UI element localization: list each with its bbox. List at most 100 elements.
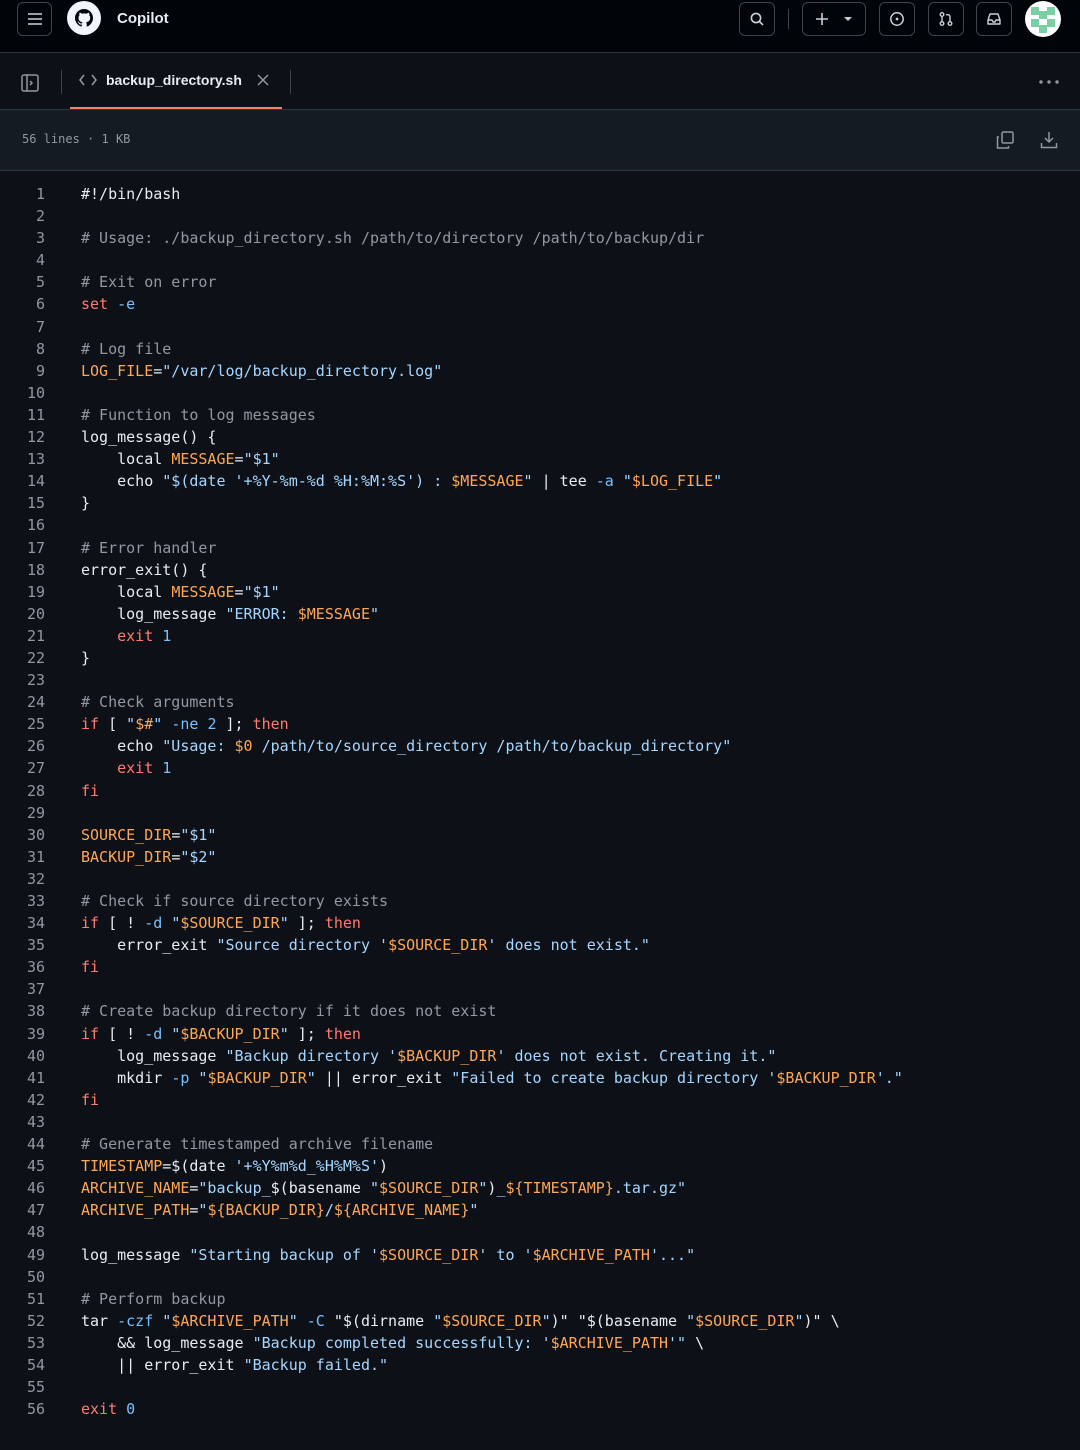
line-number[interactable]: 5	[0, 271, 45, 293]
create-new-button[interactable]	[802, 2, 866, 36]
line-number[interactable]: 26	[0, 735, 45, 757]
line-number[interactable]: 51	[0, 1288, 45, 1310]
code-token: -a	[595, 472, 614, 491]
line-number[interactable]: 46	[0, 1177, 45, 1199]
line-number[interactable]: 22	[0, 647, 45, 669]
line-number[interactable]: 10	[0, 382, 45, 404]
code-token: "Backup completed successfully: '	[252, 1333, 551, 1352]
line-number[interactable]: 7	[0, 316, 45, 338]
code-token: "	[686, 1311, 696, 1330]
download-button[interactable]	[1039, 130, 1059, 150]
code-token: if	[81, 1024, 100, 1043]
line-number[interactable]: 27	[0, 757, 45, 779]
inbox-button[interactable]	[976, 2, 1012, 36]
line-number[interactable]: 4	[0, 249, 45, 271]
menu-button[interactable]	[17, 2, 52, 36]
code-token: $BACKUP_DIR	[776, 1068, 876, 1087]
line-number[interactable]: 40	[0, 1045, 45, 1067]
code-token: | tee	[532, 472, 596, 491]
line-number[interactable]: 49	[0, 1244, 45, 1266]
line-number[interactable]: 30	[0, 824, 45, 846]
code-line: 27 exit 1	[0, 757, 1080, 779]
line-number[interactable]: 21	[0, 625, 45, 647]
line-number[interactable]: 36	[0, 956, 45, 978]
line-number[interactable]: 18	[0, 559, 45, 581]
line-number[interactable]: 23	[0, 669, 45, 691]
line-number[interactable]: 25	[0, 713, 45, 735]
line-number[interactable]: 50	[0, 1266, 45, 1288]
code-token: "	[469, 1201, 479, 1220]
code-token: /path/to/source_directory /path/to/backu…	[252, 737, 732, 756]
app-title[interactable]: Copilot	[117, 10, 169, 27]
line-content: log_message() {	[81, 426, 216, 448]
line-number[interactable]: 20	[0, 603, 45, 625]
code-token: ' does not exist."	[487, 936, 650, 955]
line-number[interactable]: 8	[0, 338, 45, 360]
tab-backup-directory[interactable]: backup_directory.sh	[70, 53, 282, 109]
line-number[interactable]: 2	[0, 205, 45, 227]
line-number[interactable]: 43	[0, 1111, 45, 1133]
code-line: 11 # Function to log messages	[0, 404, 1080, 426]
code-token: [ !	[99, 914, 145, 933]
issues-button[interactable]	[879, 2, 915, 36]
line-number[interactable]: 34	[0, 912, 45, 934]
line-number[interactable]: 13	[0, 448, 45, 470]
line-number[interactable]: 12	[0, 426, 45, 448]
code-token: )" "$(basename	[550, 1311, 687, 1330]
line-number[interactable]: 15	[0, 492, 45, 514]
more-options-button[interactable]	[1038, 75, 1060, 87]
github-logo[interactable]	[67, 1, 101, 35]
code-line: 36 fi	[0, 956, 1080, 978]
line-number[interactable]: 39	[0, 1023, 45, 1045]
code-token: $#	[135, 715, 154, 734]
code-line: 41 mkdir -p "$BACKUP_DIR" || error_exit …	[0, 1067, 1080, 1089]
line-number[interactable]: 37	[0, 978, 45, 1000]
search-button[interactable]	[739, 2, 775, 36]
line-number[interactable]: 19	[0, 581, 45, 603]
line-number[interactable]: 55	[0, 1376, 45, 1398]
line-number[interactable]: 24	[0, 691, 45, 713]
pull-requests-button[interactable]	[928, 2, 964, 36]
line-number[interactable]: 14	[0, 470, 45, 492]
close-icon[interactable]	[257, 74, 269, 86]
line-number[interactable]: 31	[0, 846, 45, 868]
line-number[interactable]: 32	[0, 868, 45, 890]
line-number[interactable]: 38	[0, 1000, 45, 1022]
line-number[interactable]: 47	[0, 1199, 45, 1221]
line-number[interactable]: 9	[0, 360, 45, 382]
line-number[interactable]: 42	[0, 1089, 45, 1111]
avatar[interactable]	[1025, 1, 1061, 37]
line-number[interactable]: 1	[0, 183, 45, 205]
line-number[interactable]: 52	[0, 1310, 45, 1332]
line-number[interactable]: 17	[0, 537, 45, 559]
line-number[interactable]: 56	[0, 1398, 45, 1420]
code-token: "	[126, 715, 136, 734]
line-number[interactable]: 11	[0, 404, 45, 426]
code-line: 19 local MESSAGE="$1"	[0, 581, 1080, 603]
line-number[interactable]: 41	[0, 1067, 45, 1089]
copy-raw-button[interactable]	[995, 130, 1015, 150]
code-token: # Log file	[81, 339, 172, 358]
line-number[interactable]: 29	[0, 802, 45, 824]
line-number[interactable]: 48	[0, 1221, 45, 1243]
code-line: 29	[0, 802, 1080, 824]
code-token: "	[370, 1179, 380, 1198]
line-number[interactable]: 28	[0, 780, 45, 802]
line-number[interactable]: 53	[0, 1332, 45, 1354]
line-number[interactable]: 3	[0, 227, 45, 249]
code-token: "$2"	[180, 847, 217, 866]
line-number[interactable]: 6	[0, 293, 45, 315]
code-token: 1	[162, 626, 172, 645]
line-number[interactable]: 16	[0, 514, 45, 536]
code-view[interactable]: 1 #!/bin/bash 2 3 # Usage: ./backup_director…	[0, 171, 1080, 1420]
toggle-sidebar-button[interactable]	[20, 73, 40, 93]
line-number[interactable]: 54	[0, 1354, 45, 1376]
line-content: TIMESTAMP=$(date '+%Y%m%d_%H%M%S')	[81, 1155, 388, 1177]
line-number[interactable]: 35	[0, 934, 45, 956]
line-number[interactable]: 45	[0, 1155, 45, 1177]
line-number[interactable]: 33	[0, 890, 45, 912]
line-number[interactable]: 44	[0, 1133, 45, 1155]
code-line: 7	[0, 316, 1080, 338]
